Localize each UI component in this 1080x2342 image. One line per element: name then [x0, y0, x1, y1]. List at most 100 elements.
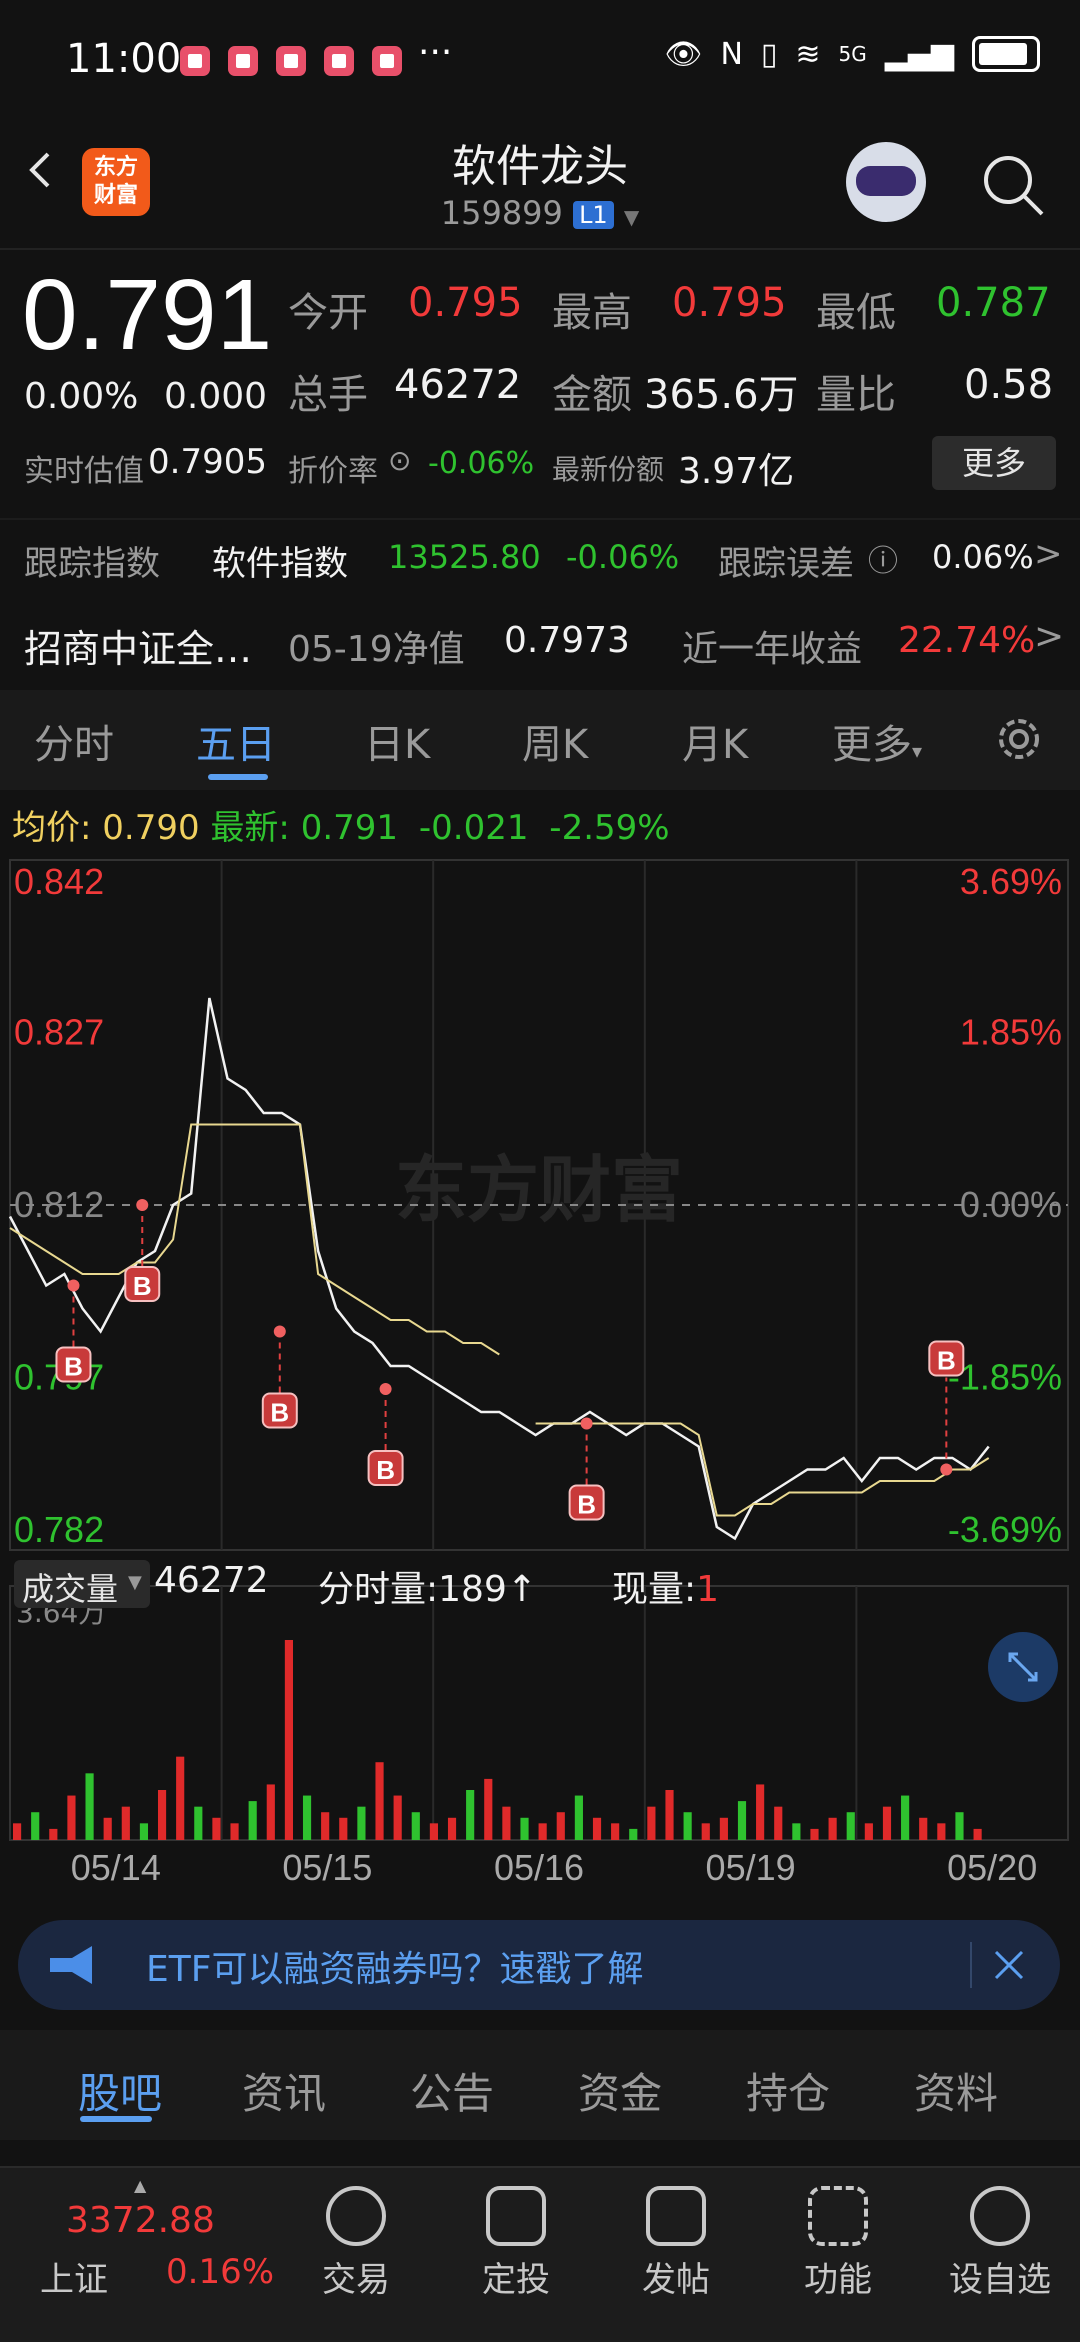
- tab-minute[interactable]: 分时: [34, 712, 114, 770]
- volume-bar: [375, 1762, 384, 1840]
- more-button[interactable]: 更多: [932, 436, 1056, 490]
- tab-news[interactable]: 资讯: [242, 2060, 326, 2121]
- volume-bar: [248, 1801, 257, 1840]
- volume-bar: [502, 1806, 511, 1840]
- low-value: 0.787: [936, 280, 1051, 326]
- tracking-index-value: 13525.80: [388, 538, 541, 576]
- search-icon[interactable]: [980, 152, 1046, 218]
- notification-icon: [180, 46, 210, 76]
- amount-label: 金额: [552, 372, 632, 418]
- volume-bar: [103, 1817, 112, 1840]
- volume-bar: [466, 1790, 475, 1840]
- x-tick-label: 05/14: [71, 1847, 161, 1888]
- info-icon[interactable]: ⊙: [388, 444, 411, 477]
- settings-gear-icon[interactable]: [990, 710, 1048, 768]
- status-bar: 11:00 ··· 👁 N ▯ ≋ 5G ▂▄▆: [0, 0, 1080, 120]
- tab-profile[interactable]: 资料: [914, 2060, 998, 2121]
- tab-holdings[interactable]: 持仓: [746, 2060, 830, 2121]
- assistant-avatar[interactable]: [846, 142, 926, 222]
- nav-trade[interactable]: 交易: [296, 2176, 416, 2301]
- tab-five-day[interactable]: 五日: [196, 712, 276, 770]
- five-day-chart[interactable]: 东方财富0.8423.69%0.8271.85%0.8120.00%0.797-…: [0, 850, 1080, 1900]
- volume-bar: [846, 1812, 855, 1840]
- volume-bar: [629, 1828, 638, 1840]
- y-tick-label-left: 0.812: [14, 1184, 104, 1225]
- discount-value: -0.06%: [428, 446, 535, 481]
- promo-banner[interactable]: ETF可以融资融券吗？速戳了解: [18, 1920, 1060, 2010]
- volume-bar: [520, 1817, 529, 1840]
- nav-invest-plan[interactable]: 定投: [456, 2176, 576, 2301]
- volume-bar: [810, 1828, 819, 1840]
- y-tick-label-right: -1.85%: [948, 1357, 1062, 1398]
- tab-guba[interactable]: 股吧: [78, 2060, 162, 2121]
- volume-bar: [230, 1823, 239, 1840]
- y-tick-label-right: 1.85%: [960, 1012, 1062, 1053]
- yen-icon: [326, 2186, 386, 2246]
- nav-post-label: 发帖: [642, 2260, 710, 2300]
- volume-bar: [592, 1817, 602, 1840]
- tab-daily-k[interactable]: 日K: [364, 712, 430, 770]
- buy-marker-label: B: [577, 1490, 596, 1520]
- chevron-right-icon: >: [1034, 616, 1065, 657]
- volume-bar: [774, 1806, 783, 1840]
- volume-selector-label: 成交量: [22, 1570, 119, 1608]
- volume-area-frame: [9, 1585, 1069, 1841]
- volume-bar: [266, 1784, 275, 1840]
- volume-bar: [447, 1817, 457, 1840]
- volume-bar: [339, 1817, 348, 1840]
- volume-bar: [828, 1817, 837, 1840]
- nav-functions[interactable]: 功能: [778, 2176, 898, 2301]
- buy-point-dot: [379, 1383, 392, 1395]
- chart-info: 均价: 0.790 最新: 0.791 -0.021 -2.59%: [12, 800, 670, 849]
- volume-bar: [31, 1812, 40, 1840]
- x-tick-label: 05/15: [282, 1847, 372, 1888]
- tab-monthly-k[interactable]: 月K: [682, 712, 748, 770]
- y-tick-label-right: 0.00%: [960, 1184, 1062, 1225]
- volume-bar: [176, 1756, 185, 1840]
- buy-point-dot: [136, 1199, 149, 1211]
- volume-label: 总手: [288, 372, 368, 418]
- chart-trend-icon: [486, 2186, 546, 2246]
- current-volume-value: 1: [696, 1569, 720, 1610]
- volume-bar: [901, 1795, 910, 1840]
- nav-value: 0.7973: [504, 620, 630, 661]
- caret-up-icon: ▲: [134, 2176, 147, 2195]
- divider: [0, 248, 1080, 250]
- volume-bar: [556, 1812, 565, 1840]
- close-icon[interactable]: [992, 1948, 1026, 1982]
- watermark: 东方财富: [395, 1148, 683, 1232]
- help-icon[interactable]: ⓘ: [868, 536, 898, 580]
- banner-text: ETF可以融资融券吗？速戳了解: [146, 1949, 644, 1990]
- tab-more[interactable]: 更多▾: [832, 712, 922, 770]
- fund-name: 招商中证全…: [24, 627, 253, 671]
- volume-selector[interactable]: 成交量 ▼: [14, 1560, 150, 1608]
- active-tab-indicator: [208, 774, 268, 780]
- volume-bar: [85, 1773, 94, 1840]
- volume-bar: [411, 1812, 420, 1840]
- avg-label: 均价:: [12, 808, 92, 848]
- buy-marker-label: B: [270, 1398, 289, 1428]
- volume-bar: [665, 1790, 674, 1840]
- ratio-value: 0.58: [964, 362, 1054, 408]
- expand-icon[interactable]: [988, 1632, 1058, 1702]
- volume-bar: [574, 1795, 583, 1840]
- volume-bar: [701, 1823, 710, 1840]
- volume-value: 46272: [394, 362, 522, 408]
- tab-weekly-k[interactable]: 周K: [522, 712, 588, 770]
- volume-bar: [194, 1806, 203, 1840]
- buy-point-dot: [940, 1463, 953, 1476]
- volume-bar: [121, 1806, 130, 1840]
- nav-watchlist[interactable]: 设自选: [940, 2176, 1060, 2301]
- volume-bar: [13, 1823, 22, 1840]
- divider: [0, 518, 1080, 520]
- tab-announcements[interactable]: 公告: [410, 2060, 494, 2121]
- chart-change: -0.021: [418, 808, 529, 848]
- volume-bar: [611, 1823, 620, 1840]
- notification-icon: [276, 46, 306, 76]
- last-value: 0.791: [300, 808, 399, 848]
- nav-post[interactable]: 发帖: [616, 2176, 736, 2301]
- system-icons: 👁 N ▯ ≋ 5G ▂▄▆: [664, 36, 1040, 72]
- tab-funds[interactable]: 资金: [578, 2060, 662, 2121]
- grid-icon: [808, 2186, 868, 2246]
- more-notifications: ···: [418, 32, 453, 73]
